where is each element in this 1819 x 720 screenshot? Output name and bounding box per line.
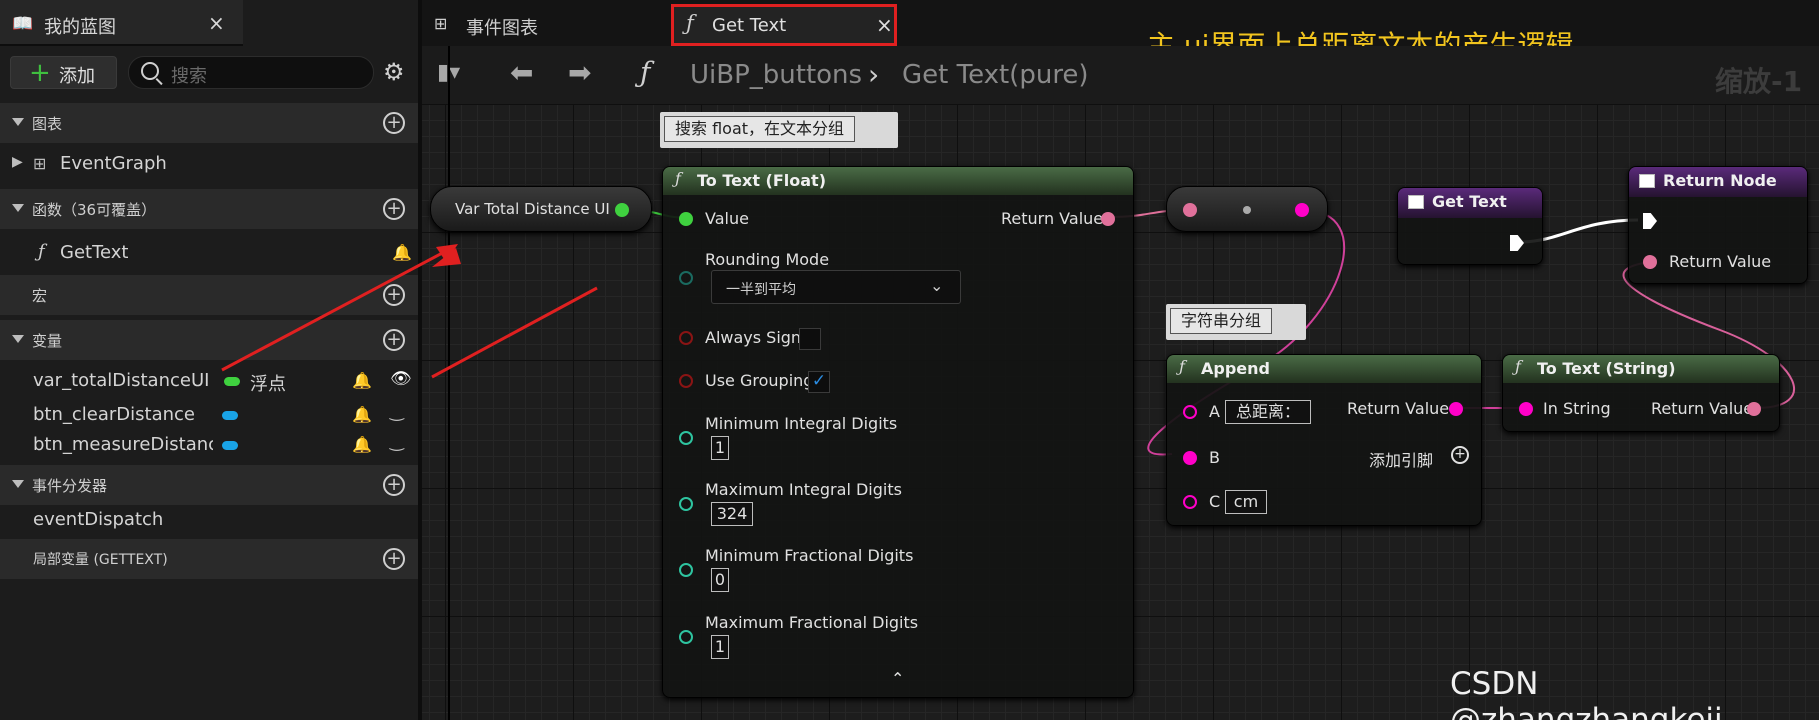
- chevron-down-icon: ⌄: [930, 276, 944, 295]
- append-c-field[interactable]: cm: [1225, 490, 1267, 514]
- min-integral-field[interactable]: 1: [711, 436, 729, 460]
- to-text-string-header: ƒ To Text (String): [1503, 355, 1779, 383]
- append-c-label: C: [1209, 492, 1221, 511]
- dot-icon: [1243, 206, 1251, 214]
- exec-output-pin[interactable]: [1510, 235, 1524, 251]
- get-text-entry-node[interactable]: Get Text: [1397, 187, 1543, 265]
- to-text-string-return-label: Return Value: [1651, 399, 1754, 418]
- max-integral-field[interactable]: 324: [711, 502, 753, 526]
- int-input-pin[interactable]: [679, 431, 693, 445]
- text-input-pin[interactable]: [1183, 203, 1197, 217]
- to-text-float-title: To Text (Float): [697, 171, 827, 190]
- value-input-pin[interactable]: [679, 212, 693, 226]
- function-icon: ƒ: [1179, 357, 1185, 376]
- append-header: ƒ Append: [1167, 355, 1481, 383]
- function-entry-icon: [1408, 195, 1424, 209]
- blueprint-editor: 📖 我的蓝图 × + 添加 搜索 ⚙ 图表 + ▶ ⊞ EventGraph 函…: [0, 0, 1819, 720]
- return-node-title: Return Node: [1663, 171, 1777, 190]
- reroute-convert-node[interactable]: [1166, 186, 1328, 232]
- string-input-pin-a[interactable]: [1183, 405, 1197, 419]
- var-node-label: Var Total Distance UI: [455, 200, 610, 218]
- function-icon: ƒ: [1515, 357, 1521, 376]
- to-text-string-node[interactable]: ƒ To Text (String) In String Return Valu…: [1502, 354, 1780, 432]
- annotation-arrow: [221, 248, 449, 372]
- comment-bubble-string[interactable]: 字符串分组: [1166, 304, 1306, 340]
- add-pin-icon[interactable]: +: [1451, 446, 1469, 464]
- watermark: CSDN @zhangzhangkeji: [1450, 666, 1723, 720]
- rounding-mode-dropdown[interactable]: 一半到平均 ⌄: [711, 270, 961, 304]
- max-fractional-field[interactable]: 1: [711, 635, 729, 659]
- max-integral-label: Maximum Integral Digits: [705, 480, 902, 499]
- int-input-pin[interactable]: [679, 563, 693, 577]
- append-title: Append: [1201, 359, 1270, 378]
- bool-input-pin[interactable]: [679, 374, 693, 388]
- rounding-mode-label: Rounding Mode: [705, 250, 830, 269]
- append-node[interactable]: ƒ Append A 总距离： Return Value B 添加引脚 + C …: [1166, 354, 1482, 526]
- use-grouping-checkbox[interactable]: ✓: [808, 371, 830, 393]
- text-output-pin[interactable]: [1747, 402, 1761, 416]
- value-pin-label: Value: [705, 209, 749, 228]
- get-text-title: Get Text: [1432, 192, 1507, 211]
- return-node[interactable]: Return Node Return Value: [1628, 166, 1808, 284]
- get-text-header: Get Text: [1398, 188, 1542, 218]
- in-string-label: In String: [1543, 399, 1611, 418]
- append-b-label: B: [1209, 448, 1220, 467]
- collapse-chevron-icon[interactable]: ⌃: [891, 669, 904, 688]
- string-output-pin[interactable]: [1295, 203, 1309, 217]
- int-input-pin[interactable]: [679, 630, 693, 644]
- comment-bubble-float[interactable]: 搜索 float，在文本分组: [660, 112, 898, 148]
- string-input-pin-c[interactable]: [1183, 495, 1197, 509]
- use-grouping-label: Use Grouping: [705, 371, 814, 390]
- return-value-label: Return Value: [1669, 252, 1772, 271]
- append-return-label: Return Value: [1347, 399, 1450, 418]
- bool-input-pin[interactable]: [679, 331, 693, 345]
- float-output-pin[interactable]: [615, 203, 629, 217]
- min-integral-label: Minimum Integral Digits: [705, 414, 898, 433]
- var-total-distance-node[interactable]: Var Total Distance UI: [430, 186, 652, 232]
- to-text-float-header: ƒ To Text (Float): [663, 167, 1133, 195]
- int-input-pin[interactable]: [679, 497, 693, 511]
- return-value-label: Return Value: [1001, 209, 1104, 228]
- append-a-label: A: [1209, 402, 1220, 421]
- string-input-pin[interactable]: [1519, 402, 1533, 416]
- string-input-pin-b[interactable]: [1183, 451, 1197, 465]
- always-sign-label: Always Sign: [705, 328, 802, 347]
- text-input-pin[interactable]: [1643, 255, 1657, 269]
- min-fractional-field[interactable]: 0: [711, 568, 729, 592]
- return-node-header: Return Node: [1629, 167, 1807, 197]
- add-pin-label: 添加引脚: [1369, 451, 1434, 470]
- to-text-float-node[interactable]: ƒ To Text (Float) Value Return Value Rou…: [662, 166, 1134, 698]
- append-a-field[interactable]: 总距离：: [1225, 400, 1311, 424]
- always-sign-checkbox[interactable]: [799, 328, 821, 350]
- to-text-string-title: To Text (String): [1537, 359, 1676, 378]
- min-fractional-label: Minimum Fractional Digits: [705, 546, 914, 565]
- function-icon: ƒ: [675, 169, 681, 188]
- string-output-pin[interactable]: [1449, 402, 1463, 416]
- comment-string-text: 字符串分组: [1170, 308, 1273, 334]
- text-output-pin[interactable]: [1101, 212, 1115, 226]
- byte-input-pin[interactable]: [679, 271, 693, 285]
- max-fractional-label: Maximum Fractional Digits: [705, 613, 919, 632]
- comment-float-text: 搜索 float，在文本分组: [664, 116, 856, 142]
- exec-input-pin[interactable]: [1643, 213, 1657, 229]
- rounding-mode-value: 一半到平均: [726, 282, 796, 298]
- return-icon: [1639, 174, 1655, 188]
